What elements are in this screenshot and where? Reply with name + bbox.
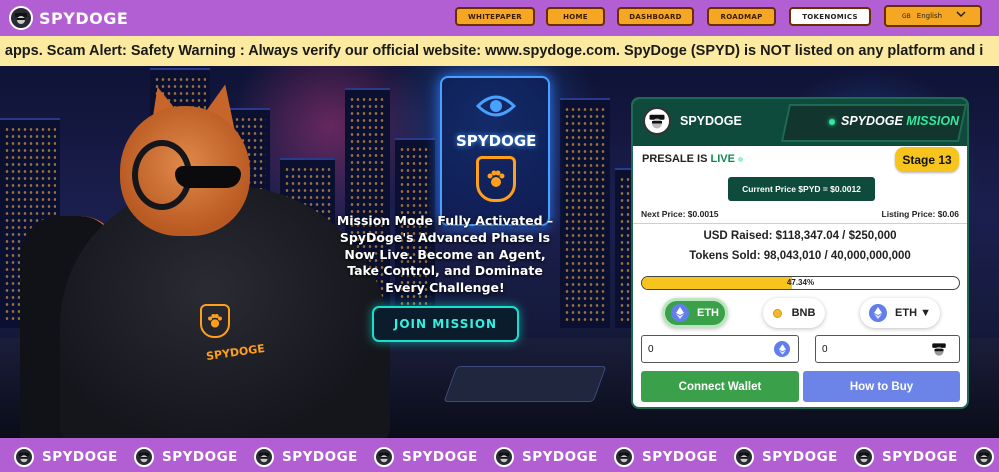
spy-dog-logo-icon	[929, 339, 949, 359]
nav-home-button[interactable]: Home	[546, 7, 605, 26]
presale-progress-bar: 47.34%	[641, 276, 960, 290]
keyboard	[443, 366, 607, 402]
spy-dog-logo-icon	[734, 447, 754, 467]
top-navbar: SPYDOGE Whitepaper Home Dashboard Roadma…	[0, 0, 999, 36]
marquee-text: SPYDOGE	[162, 449, 238, 465]
status-dot-icon	[829, 119, 835, 125]
marquee-item: SPYDOGE	[14, 447, 118, 467]
nav-whitepaper-button[interactable]: Whitepaper	[455, 7, 535, 26]
network-select-label: ETH ▼	[895, 307, 931, 319]
spy-dog-logo-icon	[974, 447, 994, 467]
nav-tokenomics-button[interactable]: Tokenomics	[789, 7, 871, 26]
chevron-down-icon	[956, 9, 966, 22]
ethereum-icon	[869, 304, 888, 322]
divider	[633, 223, 967, 224]
spydoge-neon-sign: SPYDOGE	[440, 76, 550, 226]
spy-dog-logo-icon	[643, 107, 671, 135]
paw-patch-icon	[200, 304, 230, 338]
marquee-item: SPYDOGE	[254, 447, 358, 467]
network-select[interactable]: ETH ▼	[860, 298, 940, 328]
marquee-text: SPYDOGE	[42, 449, 118, 465]
sign-text: SPYDOGE	[456, 132, 537, 150]
stage-badge: Stage 13	[895, 147, 959, 172]
how-to-buy-button[interactable]: How to Buy	[803, 371, 960, 402]
receive-amount-field[interactable]	[815, 335, 960, 363]
paw-icon	[476, 156, 516, 202]
spy-dog-logo-icon	[614, 447, 634, 467]
mission-title: SPYDOGE MISSION	[841, 114, 960, 128]
brand-name: SPYDOGE	[39, 8, 129, 28]
marquee-item: SPYDOGE	[734, 447, 838, 467]
next-price: Next Price: $0.0015	[641, 209, 719, 219]
marquee-text: SPYDOGE	[282, 449, 358, 465]
brand[interactable]: SPYDOGE	[9, 6, 128, 30]
currency-eth-button[interactable]: ETH	[662, 298, 728, 328]
language-code: GB	[902, 12, 911, 20]
scam-alert-ticker: g apps. Scam Alert: Safety Warning : Alw…	[0, 36, 999, 66]
spy-dog-logo-icon	[494, 447, 514, 467]
nav-dashboard-button[interactable]: Dashboard	[617, 7, 694, 26]
spy-dog-logo-icon	[374, 447, 394, 467]
usd-raised: USD Raised: $118,347.04 / $250,000	[703, 230, 897, 242]
marquee-item: SPYDOGE	[974, 447, 999, 467]
hero-headline: Mission Mode Fully Activated – SpyDoge's…	[336, 213, 554, 296]
sunglasses-icon	[175, 166, 241, 188]
tokens-sold: Tokens Sold: 98,043,010 / 40,000,000,000	[689, 250, 911, 262]
marquee-item: SPYDOGE	[854, 447, 958, 467]
nav-roadmap-button[interactable]: Roadmap	[707, 7, 776, 26]
join-mission-button[interactable]: JOIN MISSION	[372, 306, 519, 342]
marquee-item: SPYDOGE	[374, 447, 478, 467]
currency-bnb-button[interactable]: BNB	[763, 298, 825, 328]
language-label: English	[916, 12, 943, 20]
marquee-item: SPYDOGE	[134, 447, 238, 467]
widget-brand: SPYDOGE	[680, 114, 742, 128]
spy-dog-logo-icon	[134, 447, 154, 467]
connect-wallet-button[interactable]: Connect Wallet	[641, 371, 799, 402]
presale-status: PRESALE IS LIVE	[642, 153, 743, 165]
marquee-item: SPYDOGE	[614, 447, 718, 467]
ticker-text: g apps. Scam Alert: Safety Warning : Alw…	[0, 43, 984, 59]
listing-price: Listing Price: $0.06	[881, 209, 959, 219]
presale-widget: SPYDOGE SPYDOGE MISSION PRESALE IS LIVE …	[631, 97, 969, 409]
language-select[interactable]: GB English	[884, 5, 982, 27]
pay-amount-field[interactable]	[641, 335, 799, 363]
current-price: Current Price $PYD = $0.0012	[728, 177, 875, 201]
marquee-text: SPYDOGE	[762, 449, 838, 465]
marquee-text: SPYDOGE	[522, 449, 598, 465]
city-building	[560, 98, 610, 328]
currency-bnb-label: BNB	[791, 307, 816, 319]
marquee-text: SPYDOGE	[642, 449, 718, 465]
bnb-icon	[772, 308, 782, 318]
marquee-item: SPYDOGE	[494, 447, 598, 467]
spy-dog-logo-icon	[9, 6, 33, 30]
spy-dog-logo-icon	[254, 447, 274, 467]
brand-marquee: SPYDOGE SPYDOGE SPYDOGE SPYDOGE SPYDOGE SPYDO…	[0, 438, 999, 472]
currency-eth-label: ETH	[697, 307, 719, 319]
marquee-text: SPYDOGE	[402, 449, 478, 465]
progress-label: 47.34%	[786, 278, 815, 287]
marquee-text: SPYDOGE	[882, 449, 958, 465]
ethereum-icon	[774, 341, 790, 357]
spy-dog-logo-icon	[854, 447, 874, 467]
spy-dog-logo-icon	[14, 447, 34, 467]
widget-header: SPYDOGE SPYDOGE MISSION	[633, 99, 967, 146]
ethereum-icon	[671, 304, 689, 322]
